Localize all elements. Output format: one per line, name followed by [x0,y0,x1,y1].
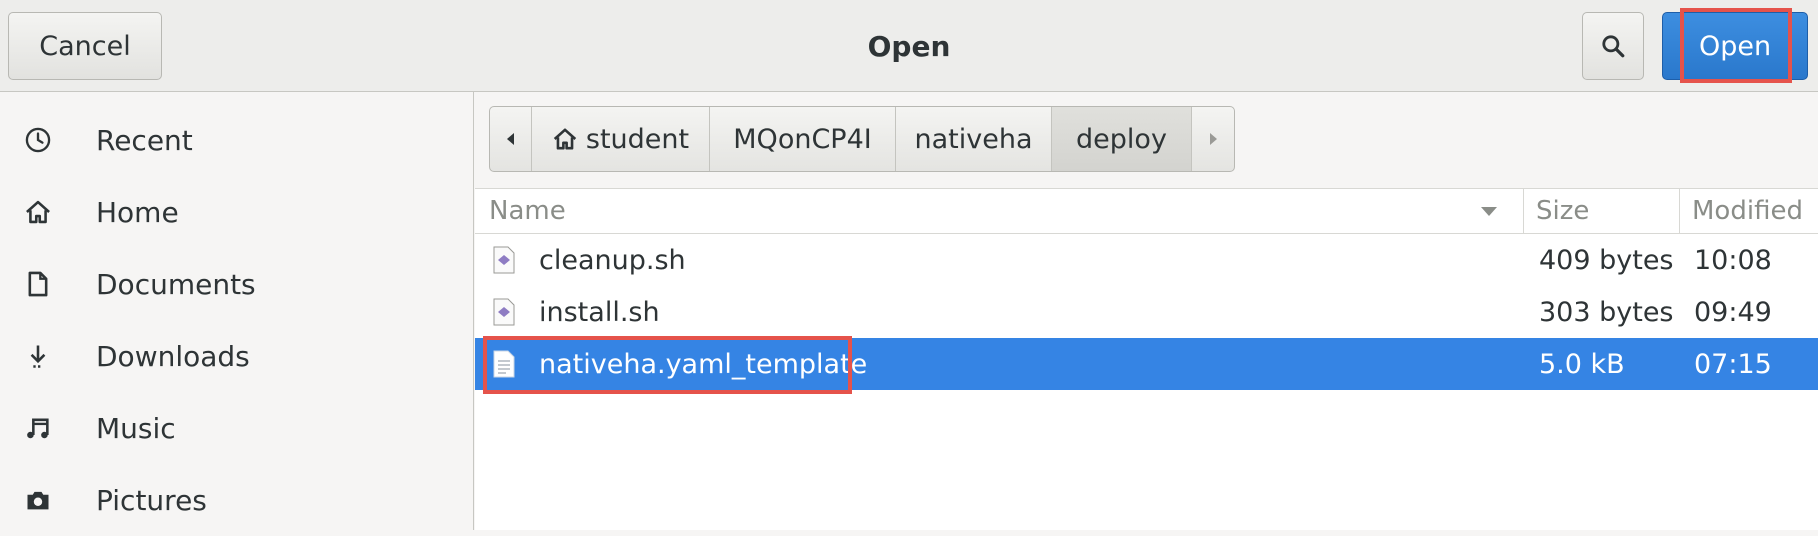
sidebar-item-label: Recent [96,123,193,157]
column-modified-label: Modified [1692,196,1803,226]
header-bar: Cancel Open Open [0,0,1818,92]
path-back-button[interactable] [490,107,532,171]
places-sidebar: Recent Home Documents Downloads Music Pi… [0,92,474,530]
sort-down-icon [1481,207,1497,216]
path-segment-deploy[interactable]: deploy [1052,107,1192,171]
file-name: cleanup.sh [539,244,686,276]
script-file-icon [493,298,515,326]
path-forward-button[interactable] [1192,107,1234,171]
file-name-highlight [483,336,852,394]
chevron-left-icon [506,133,514,145]
file-list: cleanup.sh 409 bytes 10:08 install.sh 30… [475,234,1818,394]
document-icon [24,264,64,304]
sidebar-item-label: Home [96,195,179,229]
column-name-header[interactable]: Name [489,189,1489,233]
file-row[interactable]: install.sh 303 bytes 09:49 [475,286,1818,338]
file-browser: student MQonCP4I nativeha deploy Name Si… [475,92,1818,530]
column-header: Name Size Modified [475,188,1818,234]
download-icon [24,336,64,376]
search-icon [1602,35,1625,58]
path-segment-mqoncp4i[interactable]: MQonCP4I [710,107,896,171]
file-name: install.sh [539,296,660,328]
sidebar-item-recent[interactable]: Recent [0,104,472,176]
file-size: 303 bytes [1539,296,1674,328]
home-icon [553,128,577,150]
column-modified-header[interactable]: Modified [1679,189,1818,233]
path-segment-student[interactable]: student [532,107,710,171]
dialog-title-wrap: Open [0,0,1818,92]
file-size: 409 bytes [1539,244,1674,276]
chevron-right-icon [1210,133,1217,145]
path-bar: student MQonCP4I nativeha deploy [489,106,1235,172]
clock-icon [24,120,64,160]
path-segment-label: deploy [1076,123,1167,155]
sidebar-item-downloads[interactable]: Downloads [0,320,472,392]
file-modified: 07:15 [1694,348,1772,380]
file-modified: 10:08 [1694,244,1772,276]
sidebar-item-home[interactable]: Home [0,176,472,248]
script-file-icon [493,246,515,274]
sidebar-item-label: Documents [96,267,256,301]
path-segment-nativeha[interactable]: nativeha [896,107,1052,171]
sidebar-item-label: Pictures [96,483,207,517]
path-segment-label: nativeha [914,123,1033,155]
open-button-highlight [1680,8,1792,83]
music-icon [24,408,64,448]
sidebar-item-pictures[interactable]: Pictures [0,464,472,536]
column-size-label: Size [1536,196,1590,226]
sidebar-item-label: Music [96,411,176,445]
search-button[interactable] [1582,12,1644,80]
file-size: 5.0 kB [1539,348,1625,380]
file-row[interactable]: cleanup.sh 409 bytes 10:08 [475,234,1818,286]
cancel-button[interactable]: Cancel [8,12,162,80]
path-segment-label: student [585,123,690,155]
dialog-title: Open [867,29,951,63]
column-size-header[interactable]: Size [1523,189,1653,233]
sidebar-item-music[interactable]: Music [0,392,472,464]
sidebar-item-documents[interactable]: Documents [0,248,472,320]
path-segment-label: MQonCP4I [733,123,872,155]
column-name-label: Name [489,196,566,226]
file-modified: 09:49 [1694,296,1772,328]
pathbar-area: student MQonCP4I nativeha deploy [475,92,1818,188]
camera-icon [24,480,64,520]
sidebar-item-label: Downloads [96,339,250,373]
home-icon [24,192,64,232]
file-row-selected[interactable]: nativeha.yaml_template 5.0 kB 07:15 [475,336,1818,394]
